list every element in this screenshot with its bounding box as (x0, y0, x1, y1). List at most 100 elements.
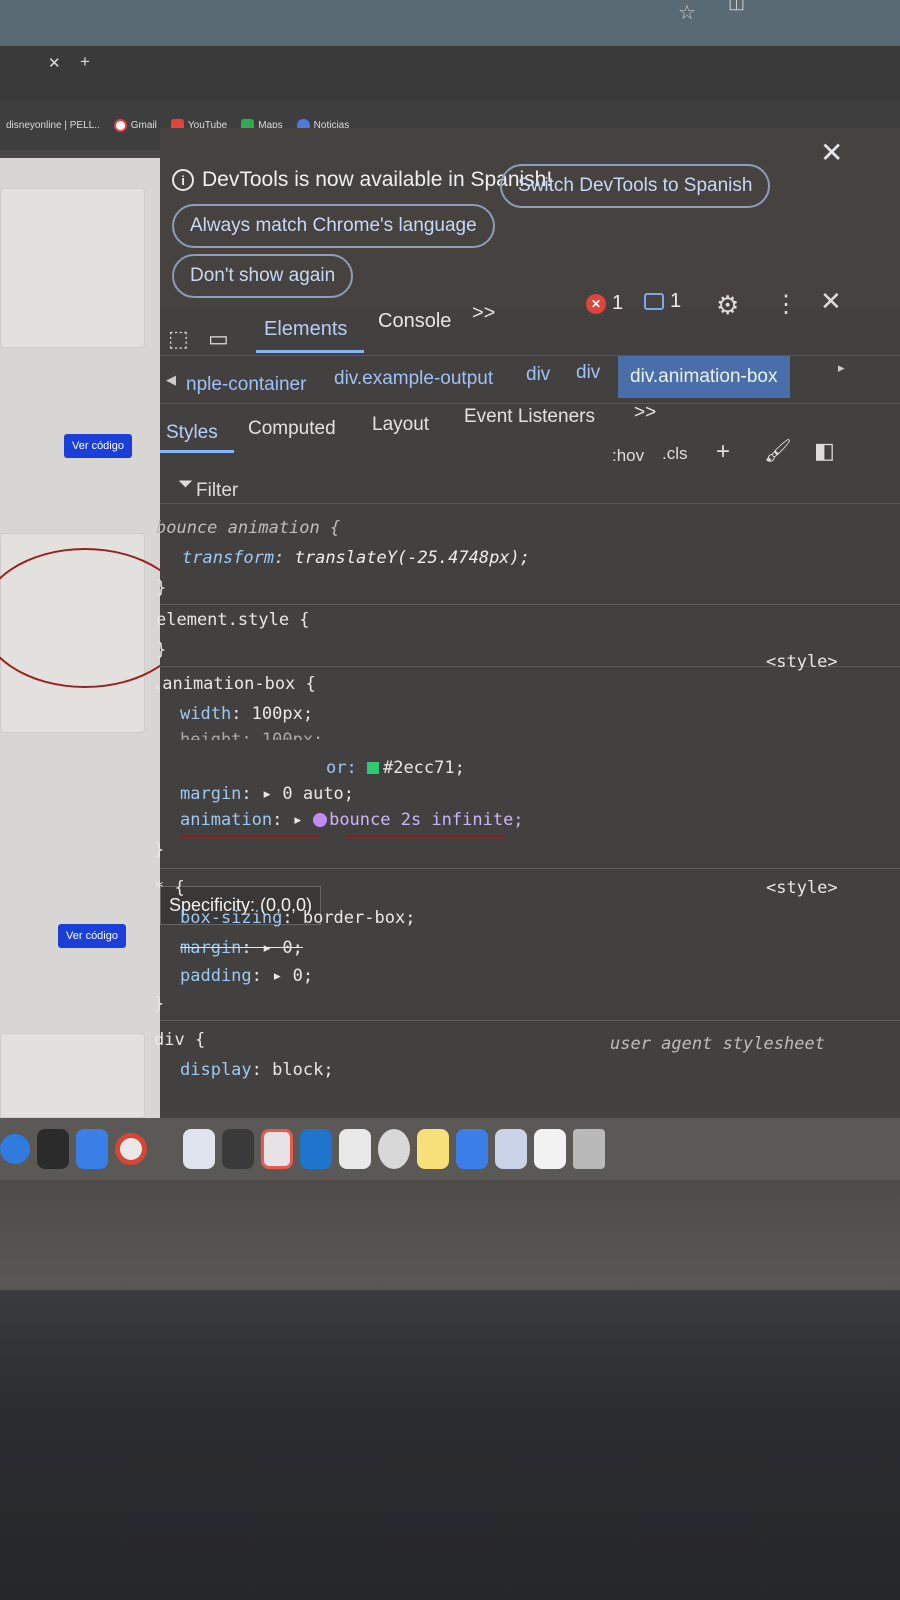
bookmark-star-icon[interactable]: ☆ (678, 0, 696, 25)
vscode-icon[interactable] (300, 1129, 332, 1169)
message-count[interactable]: 1 (644, 290, 681, 313)
new-tab-icon[interactable]: + (80, 52, 90, 72)
infobar-title: i DevTools is now available in Spanish! (172, 168, 552, 192)
tab-console[interactable]: Console (378, 310, 451, 333)
terminal-icon[interactable] (37, 1129, 69, 1169)
rule-close: } (156, 578, 167, 598)
declaration-width[interactable]: width: 100px; (180, 704, 313, 724)
projected-screen: ✕ + ☆ ◫ disneyonline | PELL.. Gmail YouT… (0, 0, 900, 1290)
always-match-button[interactable]: Always match Chrome's language (172, 204, 495, 248)
more-options-icon[interactable]: ⋮ (774, 290, 798, 319)
property-name: box-sizing (180, 908, 283, 928)
style-source-link[interactable]: <style> (766, 652, 838, 672)
animation-icon[interactable] (313, 813, 328, 827)
close-devtools-icon[interactable]: ✕ (820, 286, 842, 317)
chatgpt-icon[interactable] (378, 1129, 410, 1169)
declaration-transform[interactable]: transform: translateY(-25.4748px); (182, 548, 530, 568)
property-name: margin (180, 784, 242, 804)
error-count[interactable]: ✕ 1 (586, 292, 623, 315)
property-name: display (180, 1060, 252, 1080)
close-icon[interactable]: ✕ (820, 136, 843, 169)
more-subtabs-icon[interactable]: >> (634, 402, 656, 424)
declaration-display[interactable]: display: block; (180, 1060, 334, 1080)
bookmark-disney[interactable]: disneyonline | PELL.. (6, 120, 100, 131)
user-agent-stylesheet-label: user agent stylesheet (610, 1034, 825, 1054)
tab-computed[interactable]: Computed (248, 418, 336, 440)
github-icon[interactable] (339, 1129, 371, 1169)
message-icon (644, 293, 664, 310)
example-card (0, 188, 145, 348)
bookmark-label: Gmail (130, 119, 157, 131)
declaration-animation[interactable]: animation: ▸ bounce 2s infinite; (180, 810, 524, 830)
declaration-background[interactable]: or: #2ecc71; (326, 758, 465, 778)
tab-close-icon[interactable]: ✕ (48, 54, 61, 72)
error-count-text: 1 (612, 292, 624, 314)
error-icon: ✕ (586, 293, 606, 314)
rule-selector-div: div { (154, 1030, 206, 1050)
chrome-icon[interactable] (115, 1133, 147, 1165)
new-rule-icon[interactable]: + (716, 438, 730, 466)
app-store-icon[interactable] (183, 1129, 215, 1169)
tab-styles[interactable]: Styles (166, 422, 218, 444)
hov-toggle[interactable]: :hov (612, 446, 644, 466)
tab-elements[interactable]: Elements (264, 318, 347, 341)
ver-codigo-button[interactable]: Ver código (58, 924, 126, 948)
crumb-example-container[interactable]: nple-container (186, 374, 306, 396)
bookmark-gmail[interactable]: Gmail (113, 118, 157, 132)
extensions-icon[interactable]: ◫ (728, 0, 745, 13)
chevron-left-icon[interactable]: ◀ (166, 372, 176, 388)
iphone-mirroring-icon[interactable] (222, 1129, 254, 1169)
figma-icon[interactable] (261, 1129, 293, 1169)
declaration-box-sizing[interactable]: box-sizing: border-box; (180, 908, 415, 928)
declaration-padding[interactable]: padding: ▸ 0; (180, 966, 313, 986)
tab-area (0, 0, 900, 46)
filter-label: ⏷ Filter (178, 474, 239, 501)
styles-pane: bounce animation { transform: translateY… (152, 508, 900, 1118)
property-value: 0; (292, 966, 314, 986)
property-name: animation (180, 810, 273, 830)
dont-show-button[interactable]: Don't show again (172, 254, 354, 298)
chevron-right-icon[interactable]: ▸ (838, 360, 845, 376)
crumb-animation-box[interactable]: div.animation-box (618, 356, 790, 398)
property-value: 0 auto; (282, 784, 355, 804)
tab-layout[interactable]: Layout (372, 414, 429, 436)
crumb-div[interactable]: div (526, 364, 550, 386)
property-value: #2ecc71; (382, 758, 465, 778)
ver-codigo-button[interactable]: Ver código (64, 434, 132, 458)
example-card (0, 1033, 145, 1118)
declaration-margin[interactable]: margin: ▸ 0 auto; (180, 784, 354, 804)
property-name: or: (326, 758, 357, 778)
preview-icon[interactable] (534, 1129, 566, 1169)
sidebar-toggle-icon[interactable]: ◧ (814, 438, 835, 464)
tab-event-listeners[interactable]: Event Listeners (464, 406, 595, 428)
crumb-div[interactable]: div (576, 362, 600, 384)
inspect-element-icon[interactable]: ⬚ (168, 326, 189, 352)
safari-icon[interactable] (0, 1134, 30, 1164)
cls-toggle[interactable]: .cls (662, 444, 688, 464)
notes-icon[interactable] (417, 1129, 449, 1169)
property-value: block; (272, 1060, 334, 1080)
paint-brush-icon[interactable]: 🖌 (764, 438, 792, 464)
declaration-margin-overridden[interactable]: margin: ▸ 0; (180, 938, 303, 958)
finder-icon[interactable] (76, 1129, 108, 1169)
rule-close: } (154, 840, 165, 860)
settings-gear-icon[interactable]: ⚙ (716, 290, 739, 321)
declaration-height[interactable]: height: 100px; (180, 730, 323, 740)
files-icon[interactable] (495, 1129, 527, 1169)
property-name: padding (180, 966, 252, 986)
bookmark-label: disneyonline | PELL.. (6, 119, 100, 131)
message-count-text: 1 (670, 290, 682, 312)
switch-spanish-button[interactable]: Switch DevTools to Spanish (500, 164, 771, 208)
macos-dock (0, 1118, 900, 1180)
style-source-link[interactable]: <style> (766, 878, 838, 898)
crumb-example-output[interactable]: div.example-output (334, 368, 493, 390)
styles-filter[interactable]: ⏷ Filter (160, 468, 900, 504)
trash-icon[interactable] (573, 1129, 605, 1169)
more-tabs-icon[interactable]: >> (472, 302, 495, 325)
property-name: transform (182, 548, 275, 568)
rule-selector-animation-box: .animation-box { (152, 674, 316, 694)
device-toolbar-icon[interactable]: ▭ (208, 326, 229, 352)
color-swatch[interactable] (366, 762, 379, 774)
xcode-icon[interactable] (456, 1129, 488, 1169)
page-viewport: Ver código Ver código (0, 158, 190, 1118)
